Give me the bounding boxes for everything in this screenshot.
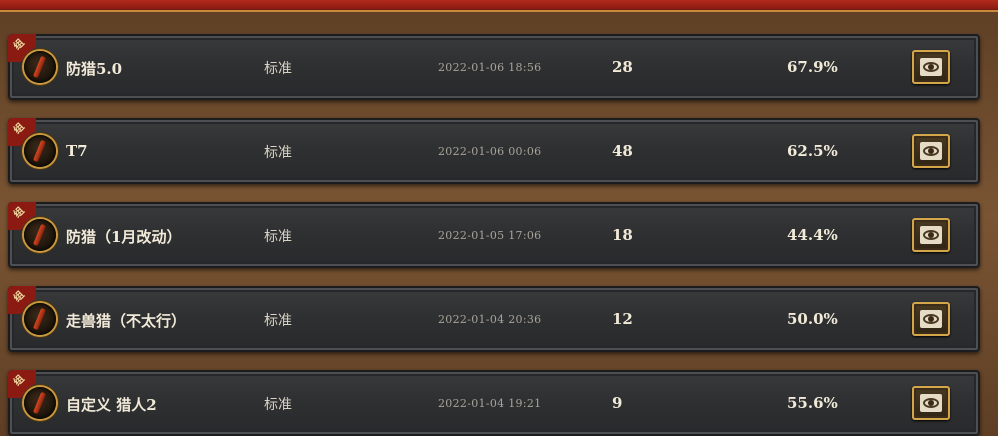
hunter-class-icon <box>24 135 56 167</box>
top-banner-strip <box>0 0 998 12</box>
view-deck-button[interactable] <box>912 134 950 168</box>
deck-row[interactable]: 组 防猎（1月改动） 标准 2022-01-05 17:06 18 44.4% <box>8 202 980 268</box>
deck-row[interactable]: 组 T7 标准 2022-01-06 00:06 48 62.5% <box>8 118 980 184</box>
deck-date: 2022-01-06 00:06 <box>438 145 542 158</box>
deck-date: 2022-01-04 20:36 <box>438 313 542 326</box>
deck-date: 2022-01-04 19:21 <box>438 397 542 410</box>
eye-pupil <box>928 64 934 70</box>
group-badge-label: 组 <box>11 205 27 221</box>
deck-games-count: 12 <box>612 310 633 328</box>
view-deck-button[interactable] <box>912 218 950 252</box>
deck-games-count: 18 <box>612 226 633 244</box>
eye-pupil <box>928 316 934 322</box>
deck-name: 自定义 猎人2 <box>66 396 157 414</box>
view-deck-button[interactable] <box>912 302 950 336</box>
deck-name: 走兽猎（不太行） <box>66 312 187 330</box>
view-deck-button[interactable] <box>912 50 950 84</box>
deck-mode: 标准 <box>264 61 292 77</box>
deck-games-count: 28 <box>612 58 633 76</box>
eye-pupil <box>928 148 934 154</box>
deck-date: 2022-01-05 17:06 <box>438 229 542 242</box>
deck-row[interactable]: 组 防猎5.0 标准 2022-01-06 18:56 28 67.9% <box>8 34 980 100</box>
deck-name: 防猎5.0 <box>66 60 123 78</box>
group-badge-label: 组 <box>11 121 27 137</box>
eye-icon <box>920 142 942 160</box>
eye-icon <box>920 226 942 244</box>
deck-winrate: 50.0% <box>787 310 838 328</box>
deck-mode: 标准 <box>264 145 292 161</box>
eye-icon <box>920 58 942 76</box>
deck-games-count: 48 <box>612 142 633 160</box>
deck-name: 防猎（1月改动） <box>66 228 182 246</box>
hunter-class-icon <box>24 387 56 419</box>
group-badge-label: 组 <box>11 289 27 305</box>
deck-games-count: 9 <box>612 394 623 412</box>
eye-pupil <box>928 400 934 406</box>
hunter-class-icon <box>24 219 56 251</box>
deck-mode: 标准 <box>264 313 292 329</box>
hunter-class-icon <box>24 51 56 83</box>
deck-winrate: 62.5% <box>787 142 838 160</box>
deck-winrate: 67.9% <box>787 58 838 76</box>
eye-icon <box>920 394 942 412</box>
deck-mode: 标准 <box>264 397 292 413</box>
hunter-class-icon <box>24 303 56 335</box>
eye-icon <box>920 310 942 328</box>
deck-mode: 标准 <box>264 229 292 245</box>
group-badge-label: 组 <box>11 373 27 389</box>
deck-winrate: 55.6% <box>787 394 838 412</box>
deck-name: T7 <box>66 142 88 160</box>
deck-date: 2022-01-06 18:56 <box>438 61 542 74</box>
group-badge-label: 组 <box>11 37 27 53</box>
deck-winrate: 44.4% <box>787 226 838 244</box>
eye-pupil <box>928 232 934 238</box>
view-deck-button[interactable] <box>912 386 950 420</box>
deck-row[interactable]: 组 自定义 猎人2 标准 2022-01-04 19:21 9 55.6% <box>8 370 980 436</box>
deck-row[interactable]: 组 走兽猎（不太行） 标准 2022-01-04 20:36 12 50.0% <box>8 286 980 352</box>
